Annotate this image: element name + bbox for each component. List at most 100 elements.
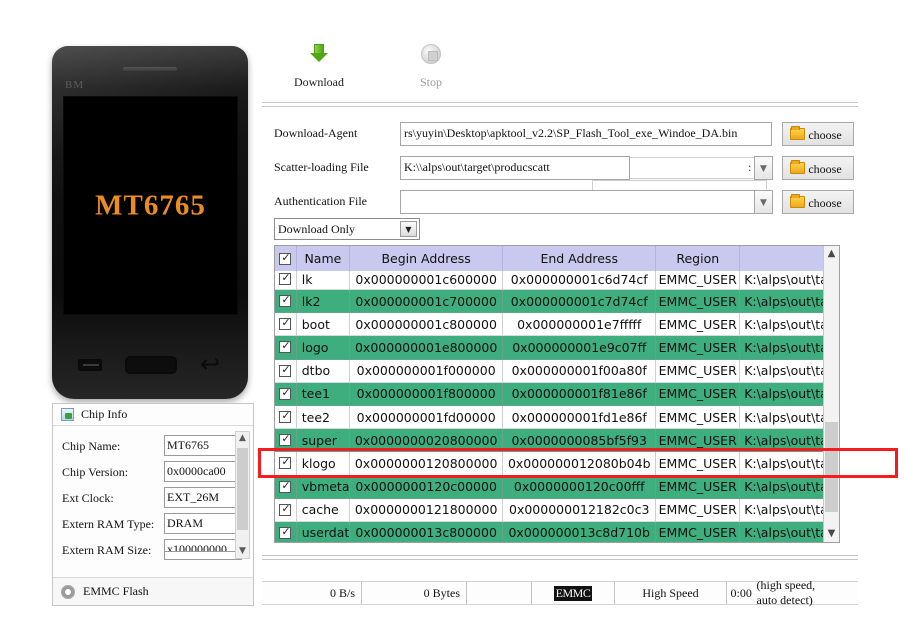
row-checkbox-input[interactable]	[279, 481, 291, 493]
table-row[interactable]: vbmeta0x0000000120c000000x0000000120c00f…	[275, 476, 839, 499]
partition-table[interactable]: Name Begin Address End Address Region lk…	[274, 245, 840, 543]
phone-speaker-icon	[123, 67, 177, 71]
table-row[interactable]: tee10x000000001f8000000x000000001f81e86f…	[275, 383, 839, 406]
emmc-flash-section[interactable]: EMMC Flash	[53, 577, 253, 605]
cell-name: tee2	[297, 406, 350, 429]
cell-end-address: 0x000000001f81e86f	[503, 383, 656, 406]
row-checkbox[interactable]	[275, 290, 297, 313]
emmc-flash-label: EMMC Flash	[83, 584, 149, 599]
cell-begin-address: 0x000000001f000000	[350, 360, 503, 383]
download-mode-select[interactable]: Download Only ▼	[274, 218, 420, 240]
cell-region: EMMC_USER	[656, 406, 740, 429]
row-checkbox-input[interactable]	[279, 411, 291, 423]
row-checkbox[interactable]	[275, 406, 297, 429]
cell-name: logo	[297, 336, 350, 359]
partition-table-body: lk0x000000001c6000000x000000001c6d74cfEM…	[275, 271, 839, 542]
chip-version-field[interactable]: 0x0000ca00	[164, 461, 242, 482]
status-elapsed-time: 0:00	[731, 586, 752, 601]
ext-clock-field[interactable]: EXT_26M	[164, 487, 242, 508]
scatter-file-choose-button[interactable]: choose	[782, 156, 854, 180]
table-row[interactable]: userdata0x000000013c8000000x000000013c8d…	[275, 522, 839, 542]
column-header-end-address[interactable]: End Address	[503, 246, 656, 271]
cell-region: EMMC_USER	[656, 476, 740, 499]
row-checkbox[interactable]	[275, 360, 297, 383]
chevron-up-icon[interactable]: ▲	[236, 432, 249, 445]
row-checkbox-input[interactable]	[279, 388, 291, 400]
download-agent-choose-button[interactable]: choose	[782, 122, 854, 146]
row-checkbox[interactable]	[275, 313, 297, 336]
partition-table-scrollbar[interactable]: ▲ ▼	[823, 246, 839, 542]
chevron-up-icon[interactable]: ▲	[824, 246, 839, 262]
row-checkbox-input[interactable]	[279, 527, 291, 539]
row-checkbox-input[interactable]	[279, 504, 291, 516]
download-agent-input[interactable]: rs\yuyin\Desktop\apktool_v2.2\SP_Flash_T…	[400, 122, 772, 146]
chip-info-row: Extern RAM Type: DRAM	[53, 513, 253, 539]
row-checkbox[interactable]	[275, 429, 297, 452]
cell-region: EMMC_USER	[656, 499, 740, 522]
scatter-file-input[interactable]: K:\\alps\out\target\producscatt	[400, 156, 630, 180]
table-row[interactable]: dtbo0x000000001f0000000x000000001f00a80f…	[275, 360, 839, 383]
chip-name-field[interactable]: MT6765	[164, 435, 242, 456]
chevron-down-icon[interactable]: ▼	[824, 526, 839, 542]
stop-button[interactable]: Stop	[386, 34, 476, 96]
table-row[interactable]: boot0x000000001c8000000x000000001e7fffff…	[275, 313, 839, 336]
cell-end-address: 0x000000001c6d74cf	[503, 271, 656, 290]
divider	[262, 106, 858, 107]
column-header-region[interactable]: Region	[656, 246, 740, 271]
folder-icon	[790, 162, 805, 174]
authentication-file-choose-button[interactable]: choose	[782, 190, 854, 214]
row-checkbox[interactable]	[275, 522, 297, 542]
chevron-down-icon[interactable]: ▼	[236, 545, 249, 558]
status-detect-mode: (high speed, auto detect)	[757, 578, 823, 608]
cell-begin-address: 0x000000001fd00000	[350, 406, 503, 429]
authentication-file-input[interactable]	[400, 190, 772, 214]
download-mode-selected-value: Download Only	[278, 222, 355, 237]
row-checkbox-input[interactable]	[279, 273, 291, 285]
chip-version-label: Chip Version:	[62, 465, 128, 480]
table-row[interactable]: tee20x000000001fd000000x000000001fd1e86f…	[275, 406, 839, 429]
row-checkbox[interactable]	[275, 452, 297, 475]
row-checkbox-input[interactable]	[279, 434, 291, 446]
extern-ram-type-field[interactable]: DRAM	[164, 513, 242, 534]
table-row[interactable]: logo0x000000001e8000000x000000001e9c07ff…	[275, 336, 839, 359]
chevron-down-icon[interactable]: ▼	[754, 156, 773, 180]
authentication-file-row: Authentication File ▼ choose	[262, 190, 858, 214]
ext-clock-label: Ext Clock:	[62, 491, 114, 506]
row-checkbox[interactable]	[275, 476, 297, 499]
cell-begin-address: 0x000000001c800000	[350, 313, 503, 336]
table-row[interactable]: super0x00000000208000000x0000000085bf5f9…	[275, 429, 839, 452]
chevron-down-icon[interactable]: ▼	[754, 190, 773, 214]
chevron-down-icon[interactable]: ▼	[400, 221, 417, 237]
row-checkbox-input[interactable]	[279, 318, 291, 330]
row-checkbox[interactable]	[275, 271, 297, 290]
cell-region: EMMC_USER	[656, 383, 740, 406]
home-icon	[125, 356, 177, 374]
table-row[interactable]: lk0x000000001c6000000x000000001c6d74cfEM…	[275, 271, 839, 290]
chip-info-scrollbar[interactable]: ▲ ▼	[235, 431, 250, 559]
scatter-file-row: Scatter-loading File K:\\alps\out\target…	[262, 156, 858, 180]
row-checkbox-input[interactable]	[279, 295, 291, 307]
chip-info-row: Chip Version: 0x0000ca00	[53, 461, 253, 487]
table-row[interactable]: cache0x00000001218000000x000000012182c0c…	[275, 499, 839, 522]
row-checkbox-input[interactable]	[279, 457, 291, 469]
row-checkbox[interactable]	[275, 383, 297, 406]
column-header-begin-address[interactable]: Begin Address	[350, 246, 503, 271]
table-row[interactable]: lk20x000000001c7000000x000000001c7d74cfE…	[275, 290, 839, 313]
divider	[262, 559, 858, 560]
divider	[262, 102, 858, 103]
row-checkbox-input[interactable]	[279, 365, 291, 377]
cell-end-address: 0x000000001c7d74cf	[503, 290, 656, 313]
scrollbar-thumb[interactable]	[237, 448, 248, 530]
row-checkbox-input[interactable]	[279, 341, 291, 353]
scrollbar-thumb[interactable]	[825, 422, 838, 512]
choose-label: choose	[808, 196, 841, 210]
chip-info-title: Chip Info	[81, 407, 127, 422]
select-all-checkbox[interactable]	[275, 246, 297, 271]
column-header-name[interactable]: Name	[297, 246, 350, 271]
download-button[interactable]: Download	[274, 34, 364, 96]
row-checkbox[interactable]	[275, 336, 297, 359]
row-checkbox[interactable]	[275, 499, 297, 522]
table-row[interactable]: klogo0x00000001208000000x000000012080b04…	[275, 452, 839, 475]
cell-begin-address: 0x000000001c600000	[350, 271, 503, 290]
phone-screen-chip-label: MT6765	[64, 189, 237, 222]
